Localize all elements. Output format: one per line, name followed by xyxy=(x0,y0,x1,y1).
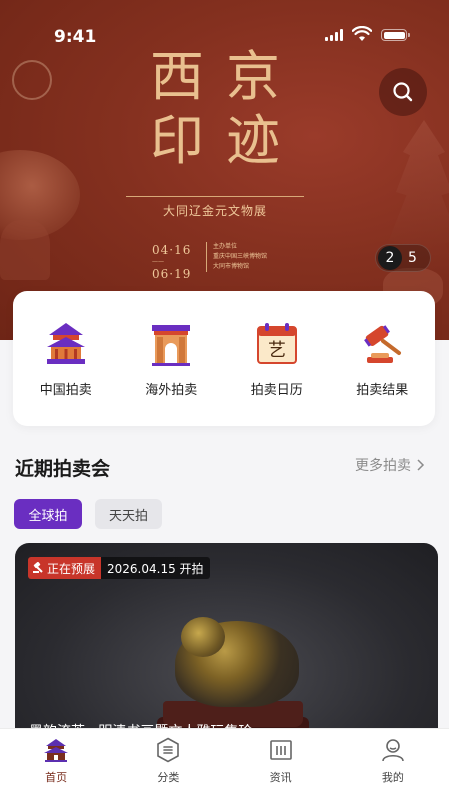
category-label: 海外拍卖 xyxy=(145,383,198,398)
figure-motif xyxy=(0,220,50,280)
category-overseas-auction[interactable]: 海外拍卖 xyxy=(121,321,221,426)
preview-status: 正在预展 xyxy=(47,561,96,576)
temple-icon xyxy=(46,323,85,364)
tab-profile[interactable]: 我的 xyxy=(353,737,433,800)
tab-news[interactable]: 资讯 xyxy=(241,737,321,800)
filter-global-auction[interactable]: 全球拍 xyxy=(14,499,82,529)
cellular-signal-icon xyxy=(325,29,345,41)
calendar-icon: 艺 xyxy=(256,323,297,364)
tab-label: 我的 xyxy=(381,771,404,784)
banner-pager: 2 5 xyxy=(375,244,431,272)
search-icon xyxy=(393,82,413,102)
category-china-auction[interactable]: 中国拍卖 xyxy=(16,321,116,426)
status-time: 9:41 xyxy=(54,27,97,47)
banner-organizers: 主办单位 重庆中国三峡博物馆 大同市博物馆 xyxy=(206,242,267,272)
tab-label: 首页 xyxy=(45,771,68,784)
category-auction-calendar[interactable]: 艺 拍卖日历 xyxy=(227,321,327,426)
chevron-right-icon xyxy=(417,459,425,471)
banner-dates: 04·16 —— 06·19 xyxy=(152,243,192,281)
tab-label: 资讯 xyxy=(269,771,292,784)
auction-start-time: 2026.04.15 开拍 xyxy=(101,557,210,579)
wifi-icon xyxy=(352,26,372,41)
app-screen: 西京 印迹 大同辽金元文物展 04·16 —— 06·19 主办单位 重庆中国三… xyxy=(0,0,449,800)
battery-icon xyxy=(381,29,410,41)
svg-text:艺: 艺 xyxy=(268,340,286,361)
artifact-head xyxy=(181,617,225,657)
category-card: 中国拍卖 海外拍卖 艺 拍卖日历 拍卖结果 xyxy=(13,291,435,426)
category-label: 中国拍卖 xyxy=(39,383,92,398)
tab-category[interactable]: 分类 xyxy=(128,737,208,800)
pager-current: 2 xyxy=(378,246,402,270)
tab-home[interactable]: 首页 xyxy=(16,737,96,800)
preview-badge: 正在预展 2026.04.15 开拍 xyxy=(28,557,210,579)
gavel-small-icon xyxy=(33,562,43,573)
auction-card[interactable]: 正在预展 2026.04.15 开拍 墨韵流芳 · 明清书画暨文人雅玩集珍 xyxy=(15,543,438,743)
banner-subtitle: 大同辽金元文物展 xyxy=(162,204,267,218)
gavel-icon xyxy=(364,325,402,363)
profile-icon xyxy=(382,739,404,762)
filter-daily-auction[interactable]: 天天拍 xyxy=(95,499,162,529)
category-label: 拍卖日历 xyxy=(250,383,303,398)
tab-label: 分类 xyxy=(157,771,180,784)
bottom-tab-bar: 首页 分类 资讯 我的 xyxy=(0,728,449,800)
subtitle-divider xyxy=(126,196,304,197)
more-auctions-link[interactable]: 更多拍卖 xyxy=(355,455,425,475)
status-bar: 9:41 xyxy=(0,0,449,70)
category-auction-results[interactable]: 拍卖结果 xyxy=(332,321,432,426)
search-button[interactable] xyxy=(379,68,427,116)
category-icon xyxy=(157,737,180,763)
home-pavilion-icon xyxy=(44,739,69,762)
section-title: 近期拍卖会 xyxy=(15,458,111,480)
arch-icon xyxy=(152,325,191,366)
news-icon xyxy=(269,740,292,760)
category-label: 拍卖结果 xyxy=(356,383,409,398)
pager-total: 5 xyxy=(408,250,417,266)
